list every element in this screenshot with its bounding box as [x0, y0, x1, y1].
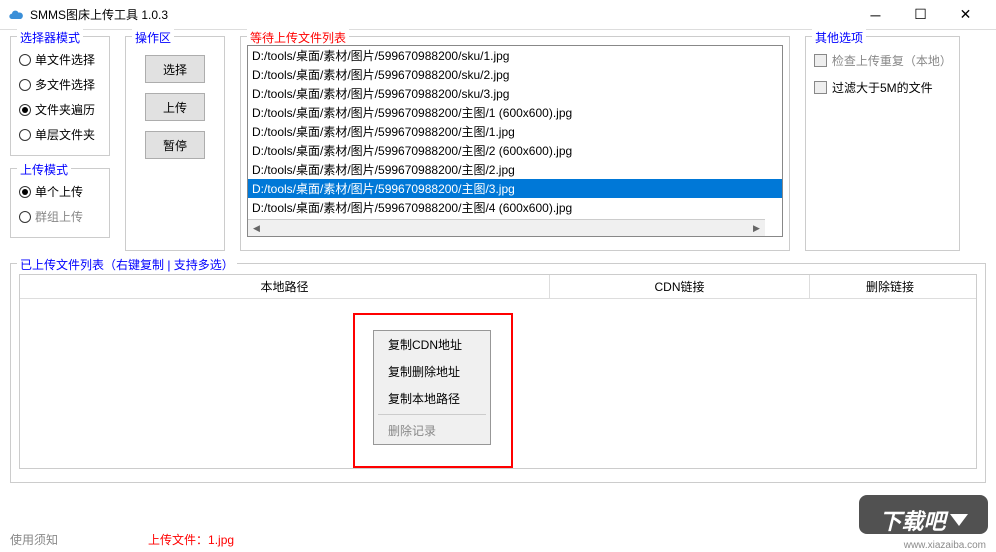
radio-icon: [19, 54, 31, 66]
maximize-button[interactable]: ☐: [898, 1, 943, 29]
menu-divider: [378, 414, 486, 415]
radio-single-upload[interactable]: 单个上传: [19, 179, 101, 204]
menu-copy-local[interactable]: 复制本地路径: [374, 385, 490, 412]
horizontal-scrollbar[interactable]: ◀ ▶: [248, 219, 765, 236]
other-options-title: 其他选项: [812, 29, 866, 46]
selector-mode-title: 选择器模式: [17, 29, 83, 46]
watermark-url: www.xiazaiba.com: [904, 540, 986, 551]
upload-mode-group: 上传模式 单个上传 群组上传: [10, 168, 110, 238]
checkbox-icon: [814, 81, 827, 94]
column-cdn-link[interactable]: CDN链接: [550, 275, 810, 298]
table-header: 本地路径 CDN链接 删除链接: [20, 275, 976, 299]
uploaded-list-title: 已上传文件列表（右键复制 | 支持多选）: [17, 256, 237, 273]
radio-label: 单层文件夹: [35, 126, 95, 143]
operation-group: 操作区 选择 上传 暂停: [125, 36, 225, 251]
radio-icon: [19, 186, 31, 198]
radio-label: 单个上传: [35, 183, 83, 200]
pause-button[interactable]: 暂停: [145, 131, 205, 159]
file-item[interactable]: D:/tools/桌面/素材/图片/599670988200/sku/3.jpg: [248, 84, 782, 103]
radio-single-folder[interactable]: 单层文件夹: [19, 122, 101, 147]
upload-status-value: 1.jpg: [208, 533, 234, 547]
radio-icon: [19, 129, 31, 141]
app-icon: [8, 7, 24, 23]
upload-button[interactable]: 上传: [145, 93, 205, 121]
file-item[interactable]: D:/tools/桌面/素材/图片/599670988200/主图/1.jpg: [248, 122, 782, 141]
file-item[interactable]: D:/tools/桌面/素材/图片/599670988200/sku/2.jpg: [248, 65, 782, 84]
file-item[interactable]: D:/tools/桌面/素材/图片/599670988200/主图/2 (600…: [248, 141, 782, 160]
check-duplicate-checkbox[interactable]: 检查上传重复（本地）: [814, 47, 951, 74]
checkbox-label: 检查上传重复（本地）: [832, 52, 951, 69]
file-item[interactable]: D:/tools/桌面/素材/图片/599670988200/主图/2.jpg: [248, 160, 782, 179]
radio-group-upload[interactable]: 群组上传: [19, 204, 101, 229]
usage-info-link[interactable]: 使用须知: [10, 531, 58, 548]
menu-copy-delete[interactable]: 复制删除地址: [374, 358, 490, 385]
window-controls: ─ ☐ ✕: [853, 1, 988, 29]
window-title: SMMS图床上传工具 1.0.3: [30, 6, 853, 23]
other-options-group: 其他选项 检查上传重复（本地） 过滤大于5M的文件: [805, 36, 960, 251]
radio-icon: [19, 79, 31, 91]
radio-icon: [19, 104, 31, 116]
scroll-left-icon[interactable]: ◀: [248, 220, 265, 236]
pending-file-list[interactable]: D:/tools/桌面/素材/图片/599670988200/sku/1.jpg…: [247, 45, 783, 237]
watermark: 下载吧 www.xiazaiba.com: [851, 487, 996, 552]
minimize-button[interactable]: ─: [853, 1, 898, 29]
scroll-track[interactable]: [265, 220, 748, 236]
pending-list-group: 等待上传文件列表 D:/tools/桌面/素材/图片/599670988200/…: [240, 36, 790, 251]
download-arrow-icon: [950, 514, 968, 526]
radio-label: 单文件选择: [35, 51, 95, 68]
upload-status-label: 上传文件：: [148, 533, 208, 547]
watermark-text: 下载吧: [879, 504, 945, 536]
menu-delete-record[interactable]: 删除记录: [374, 417, 490, 444]
titlebar: SMMS图床上传工具 1.0.3 ─ ☐ ✕: [0, 0, 996, 30]
radio-single-file[interactable]: 单文件选择: [19, 47, 101, 72]
radio-label: 群组上传: [35, 208, 83, 225]
radio-icon: [19, 211, 31, 223]
file-item[interactable]: D:/tools/桌面/素材/图片/599670988200/主图/1 (600…: [248, 103, 782, 122]
pending-list-title: 等待上传文件列表: [247, 29, 349, 46]
radio-label: 多文件选择: [35, 76, 95, 93]
column-delete-link[interactable]: 删除链接: [810, 275, 970, 298]
file-item[interactable]: D:/tools/桌面/素材/图片/599670988200/主图/4 (600…: [248, 198, 782, 217]
checkbox-label: 过滤大于5M的文件: [832, 79, 933, 96]
uploaded-list-group: 已上传文件列表（右键复制 | 支持多选） 本地路径 CDN链接 删除链接 复制C…: [10, 263, 986, 483]
radio-folder-traverse[interactable]: 文件夹遍历: [19, 97, 101, 122]
file-item[interactable]: D:/tools/桌面/素材/图片/599670988200/主图/3.jpg: [248, 179, 782, 198]
menu-copy-cdn[interactable]: 复制CDN地址: [374, 331, 490, 358]
file-item[interactable]: D:/tools/桌面/素材/图片/599670988200/sku/1.jpg: [248, 46, 782, 65]
radio-label: 文件夹遍历: [35, 101, 95, 118]
upload-mode-title: 上传模式: [17, 161, 71, 178]
scroll-right-icon[interactable]: ▶: [748, 220, 765, 236]
column-local-path[interactable]: 本地路径: [20, 275, 550, 298]
select-button[interactable]: 选择: [145, 55, 205, 83]
radio-multi-file[interactable]: 多文件选择: [19, 72, 101, 97]
statusbar: 使用须知 上传文件：1.jpg: [10, 531, 986, 548]
selector-mode-group: 选择器模式 单文件选择 多文件选择 文件夹遍历 单层文件夹: [10, 36, 110, 156]
operation-title: 操作区: [132, 29, 174, 46]
checkbox-icon: [814, 54, 827, 67]
context-menu: 复制CDN地址 复制删除地址 复制本地路径 删除记录: [373, 330, 491, 445]
filter-large-checkbox[interactable]: 过滤大于5M的文件: [814, 74, 951, 101]
uploaded-table[interactable]: 本地路径 CDN链接 删除链接 复制CDN地址 复制删除地址 复制本地路径 删除…: [19, 274, 977, 469]
close-button[interactable]: ✕: [943, 1, 988, 29]
